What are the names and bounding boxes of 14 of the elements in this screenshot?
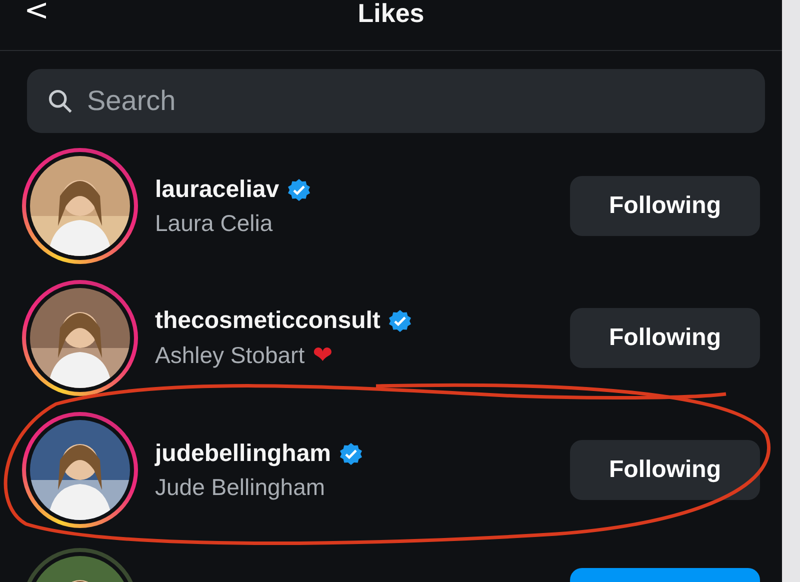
full-name: Jude Bellingham [155, 474, 326, 500]
following-button[interactable]: Following [570, 176, 760, 236]
full-name: Ashley Stobart [155, 342, 305, 368]
page-title: Likes [358, 0, 424, 28]
username: judebellingham [155, 440, 332, 468]
search-field[interactable]: Search [27, 69, 765, 133]
back-button[interactable]: < [20, 0, 54, 28]
following-button[interactable]: Following [570, 308, 760, 368]
full-name: Laura Celia [155, 210, 273, 236]
search-icon [47, 88, 73, 114]
following-button[interactable]: Following [570, 440, 760, 500]
username: lauraceliav [155, 176, 280, 204]
username: thecosmeticconsult [155, 307, 380, 335]
heart-emoji: ❤ [312, 341, 333, 369]
